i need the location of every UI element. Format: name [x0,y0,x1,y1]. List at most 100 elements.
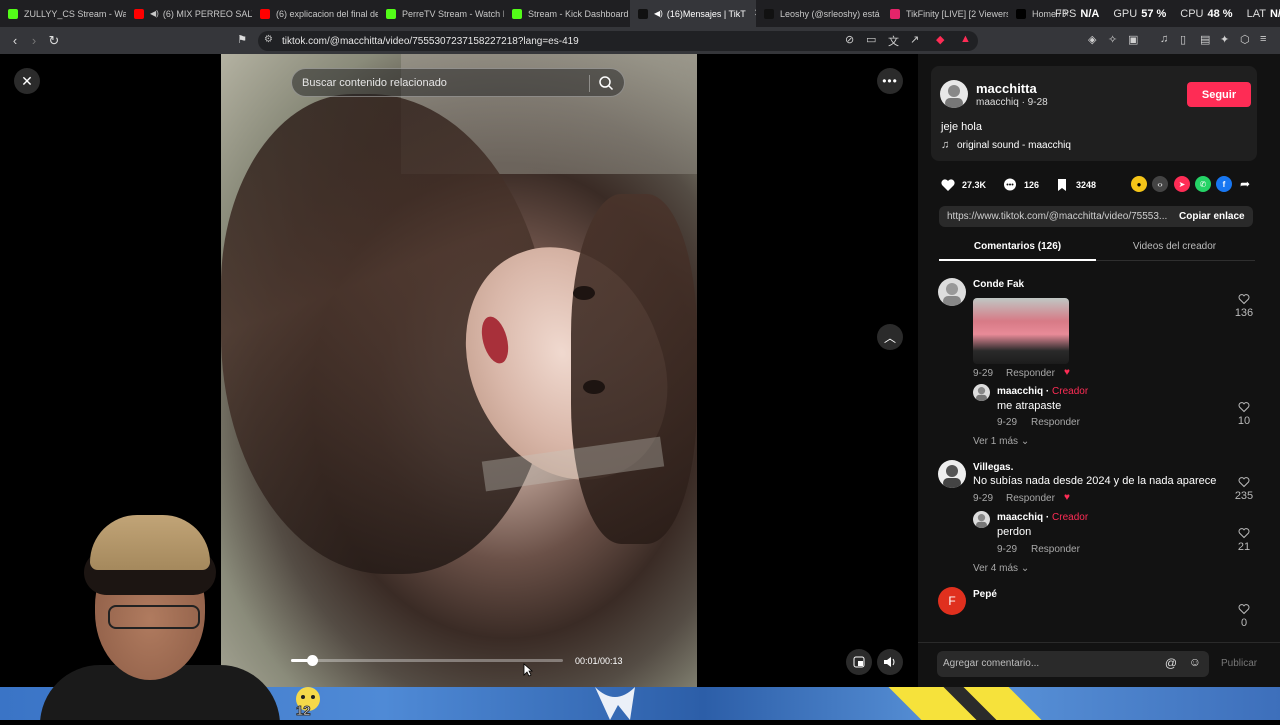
tab-audio-icon[interactable]: ◀) [654,9,663,18]
reply-avatar[interactable] [973,511,990,528]
back-icon[interactable]: ‹ [5,33,25,48]
translate-icon[interactable]: 文 [888,33,899,49]
mention-icon[interactable]: @ [1165,656,1177,670]
browser-tab[interactable]: (6) explicacion del final de [252,0,378,27]
perf-metric: GPU 57 % [1113,8,1166,20]
puzzle-icon[interactable]: ◈ [1088,33,1096,46]
menu-icon[interactable]: ≡ [1260,33,1266,45]
sound-name[interactable]: original sound - maacchiq [957,140,1071,151]
comment-stat[interactable]: 126 [1002,177,1039,193]
tab-audio-icon[interactable]: ◀) [150,9,159,18]
save-stat[interactable]: 3248 [1054,177,1096,193]
commenter-avatar[interactable] [938,278,966,306]
commenter-avatar[interactable]: F [938,587,966,615]
browser-tab[interactable]: ◀)(16)Mensajes | TikT✕ [630,0,756,27]
screenshot-icon[interactable]: ▣ [1128,33,1138,46]
comment-author[interactable]: Villegas. [973,462,1013,473]
vpn-icon[interactable]: ⬡ [1240,33,1250,46]
reply-button[interactable]: Responder [1006,368,1055,379]
author-handle-date: maacchiq · 9-28 [976,97,1048,108]
previous-video-button[interactable]: ︿ [877,324,903,350]
publish-button[interactable]: Publicar [1221,658,1257,669]
search-icon[interactable] [598,75,614,91]
reply-like-count: 10 [1237,415,1251,427]
close-video-button[interactable]: ✕ [14,68,40,94]
leo-icon[interactable]: ✦ [1220,33,1229,46]
video-link[interactable]: https://www.tiktok.com/@macchitta/video/… [939,211,1171,222]
comment-like[interactable]: 235 [1229,476,1259,502]
reply-button[interactable]: Responder [1006,493,1055,504]
reply-author[interactable]: maacchiq · Creador [997,512,1088,523]
creator-liked-icon: ♥ [1064,367,1070,378]
comment-author[interactable]: Conde Fak [973,279,1024,290]
whatsapp-icon[interactable]: ✆ [1195,176,1211,192]
copy-link-button[interactable]: Copiar enlace [1171,211,1245,222]
creator-liked-icon: ♥ [1064,492,1070,503]
sidebar-icon[interactable]: ▯ [1180,33,1186,46]
follow-button[interactable]: Seguir [1187,82,1251,107]
related-search-box[interactable]: Buscar contenido relacionado [291,68,625,97]
reply-button[interactable]: Responder [1031,544,1080,555]
share-page-icon[interactable]: ↗ [910,33,919,46]
comments-panel: macchitta maacchiq · 9-28 Seguir jeje ho… [918,54,1280,687]
comment-like[interactable]: 136 [1229,293,1259,319]
browser-tab[interactable]: TikFinity [LIVE] [2 Viewers] [882,0,1008,27]
mouse-cursor-icon [523,663,533,677]
reply-like[interactable]: 21 [1229,527,1259,553]
streamer-webcam [0,505,320,720]
rewards-icon[interactable]: ▲ [960,33,971,45]
wallet-icon[interactable]: ▤ [1200,33,1210,46]
reload-icon[interactable]: ↻ [44,33,64,49]
volume-button[interactable] [877,649,903,675]
view-more-replies[interactable]: Ver 4 más ⌄ [973,563,1029,574]
browser-tab[interactable]: PerreTV Stream - Watch L [378,0,504,27]
heart-outline-icon [1238,294,1250,305]
comment-sticker-image[interactable] [973,298,1069,364]
reply-button[interactable]: Responder [1031,417,1080,428]
reply-avatar[interactable] [973,384,990,401]
perf-value: N/A [1080,7,1100,20]
reply-author[interactable]: maacchiq · Creador [997,386,1088,397]
extensions-icon[interactable]: ✧ [1108,33,1117,46]
browser-tab[interactable]: Leoshy (@srleoshy) está L [756,0,882,27]
emoji-icon[interactable]: ☺ [1189,655,1201,669]
share-arrow-icon[interactable]: ➦ [1237,176,1253,192]
creator-tag: Creador [1052,386,1089,397]
more-options-button[interactable]: ••• [877,68,903,94]
browser-tab[interactable]: Stream - Kick Dashboard [504,0,630,27]
comment-author[interactable]: Pepé [973,589,997,600]
reply-like[interactable]: 10 [1229,401,1259,427]
tab-favicon-icon [512,8,522,19]
save-count: 3248 [1076,180,1097,190]
embed-share-icon[interactable]: ● [1131,176,1147,192]
view-more-replies[interactable]: Ver 1 más ⌄ [973,436,1029,447]
browser-tab[interactable]: ZULLYY_CS Stream - Watch [0,0,126,27]
comment-like[interactable]: 0 [1229,603,1259,629]
tab-comments[interactable]: Comentarios (126) [939,241,1096,252]
author-name[interactable]: macchitta [976,81,1037,96]
bookmark-icon[interactable]: ⚑ [232,33,252,46]
like-stat[interactable]: 27.3K [940,177,986,193]
code-share-icon[interactable]: ‹› [1152,176,1168,192]
browser-tab[interactable]: ◀)(6) MIX PERREO SALVA [126,0,252,27]
forward-icon[interactable]: › [24,33,44,48]
brave-shield-icon[interactable]: ◆ [936,33,944,46]
tab-label: PerreTV Stream - Watch L [402,8,504,19]
send-share-icon[interactable]: ➤ [1174,176,1190,192]
video-progress-bar[interactable] [291,655,563,666]
floating-player-button[interactable] [846,649,872,675]
copy-link-box: https://www.tiktok.com/@macchitta/video/… [939,206,1253,227]
commenter-avatar[interactable] [938,460,966,488]
panel-tabs: Comentarios (126) Videos del creador [939,239,1255,261]
cast-icon[interactable]: ▭ [866,33,876,46]
tab-creator-videos[interactable]: Videos del creador [1096,241,1253,252]
site-info-icon[interactable]: ⚙ [264,34,273,45]
author-avatar[interactable] [940,80,968,108]
music-icon[interactable]: ♫ [1160,33,1168,45]
badge-number: 12 [295,703,311,719]
tab-favicon-icon [386,8,396,19]
facebook-icon[interactable]: f [1216,176,1232,192]
creator-tag: Creador [1052,512,1089,523]
comment-input[interactable]: Agregar comentario... @ ☺ [937,651,1209,677]
extension-icon[interactable]: ⊘ [845,33,854,46]
